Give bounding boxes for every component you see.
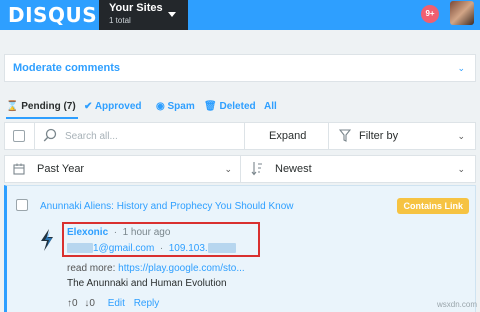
check-icon: ✔ xyxy=(84,101,93,112)
chevron-down-icon: ⌄ xyxy=(457,63,465,73)
comment-checkbox[interactable] xyxy=(16,199,28,211)
chevron-down-icon: ⌄ xyxy=(457,131,465,141)
chevron-down-icon: ⌄ xyxy=(457,164,465,174)
period-dropdown[interactable]: Past Year ⌄ xyxy=(5,156,241,182)
moderate-comments-label: Moderate comments xyxy=(13,62,120,74)
upvote-count: 0 xyxy=(72,298,78,309)
search-toolbar: Expand Filter by ⌄ xyxy=(4,122,476,150)
hourglass-icon: ⌛ xyxy=(6,101,19,112)
search-input[interactable] xyxy=(65,127,245,145)
tab-approved-label: Approved xyxy=(94,101,142,112)
top-bar: DISQUS Your Sites 1 total 9+ xyxy=(0,0,480,30)
edit-button[interactable]: Edit xyxy=(108,298,125,309)
comment-actions: ↑0 ↓0 Edit Reply xyxy=(67,298,159,309)
read-more-label: read more: xyxy=(67,263,116,274)
select-all-checkbox[interactable] xyxy=(13,130,25,142)
comment-card: Anunnaki Aliens: History and Prophecy Yo… xyxy=(4,185,476,312)
thread-title-link[interactable]: Anunnaki Aliens: History and Prophecy Yo… xyxy=(40,201,294,212)
active-tab-indicator xyxy=(6,117,78,119)
filter-icon xyxy=(339,129,351,142)
tab-all[interactable]: All xyxy=(264,101,277,112)
filter-by-label: Filter by xyxy=(359,130,399,142)
period-label: Past Year xyxy=(37,163,85,175)
expand-label: Expand xyxy=(269,130,307,142)
caret-down-icon xyxy=(168,12,176,17)
watermark: wsxdn.com xyxy=(436,300,477,309)
contains-link-badge: Contains Link xyxy=(397,198,469,214)
sort-toolbar: Past Year ⌄ Newest ⌄ xyxy=(4,155,476,183)
tab-spam[interactable]: ◉ Spam xyxy=(156,101,195,112)
spam-icon: ◉ xyxy=(156,101,165,112)
tab-deleted-label: Deleted xyxy=(219,101,256,112)
reply-button[interactable]: Reply xyxy=(134,298,160,309)
notifications-badge[interactable]: 9+ xyxy=(421,5,439,23)
tab-approved[interactable]: ✔ Approved xyxy=(84,101,141,112)
your-sites-dropdown[interactable]: Your Sites 1 total xyxy=(99,0,188,30)
tab-spam-label: Spam xyxy=(167,101,195,112)
read-more-line: read more: https://play.google.com/sto..… xyxy=(67,263,245,274)
search-icon xyxy=(43,128,57,142)
sort-icon xyxy=(251,162,262,176)
tab-pending-label: Pending (7) xyxy=(21,101,76,112)
downvote-count: 0 xyxy=(89,298,95,309)
select-all-cell xyxy=(5,123,35,149)
read-more-link[interactable]: https://play.google.com/sto... xyxy=(118,263,245,274)
author-avatar[interactable] xyxy=(37,228,57,252)
downvote-button[interactable]: ↓0 xyxy=(84,298,95,309)
chevron-down-icon: ⌄ xyxy=(224,164,232,174)
sites-count: 1 total xyxy=(109,16,131,25)
sort-label: Newest xyxy=(275,163,312,175)
tab-pending[interactable]: ⌛ Pending (7) xyxy=(6,101,76,112)
tab-deleted[interactable]: 🗑 Deleted xyxy=(204,101,256,112)
calendar-icon xyxy=(13,163,25,175)
user-avatar[interactable] xyxy=(450,1,474,25)
trash-icon: 🗑 xyxy=(204,101,217,112)
sites-title: Your Sites xyxy=(109,2,163,14)
upvote-button[interactable]: ↑0 xyxy=(67,298,78,309)
comment-body: The Anunnaki and Human Evolution xyxy=(67,278,227,289)
highlight-box xyxy=(62,222,260,257)
moderate-comments-menu[interactable]: Moderate comments ⌄ xyxy=(4,54,476,82)
expand-button[interactable]: Expand xyxy=(245,123,329,149)
filter-by-dropdown[interactable]: Filter by ⌄ xyxy=(329,123,475,149)
sort-dropdown[interactable]: Newest ⌄ xyxy=(241,156,475,182)
disqus-logo[interactable]: DISQUS xyxy=(8,3,97,27)
search-cell xyxy=(35,123,245,149)
